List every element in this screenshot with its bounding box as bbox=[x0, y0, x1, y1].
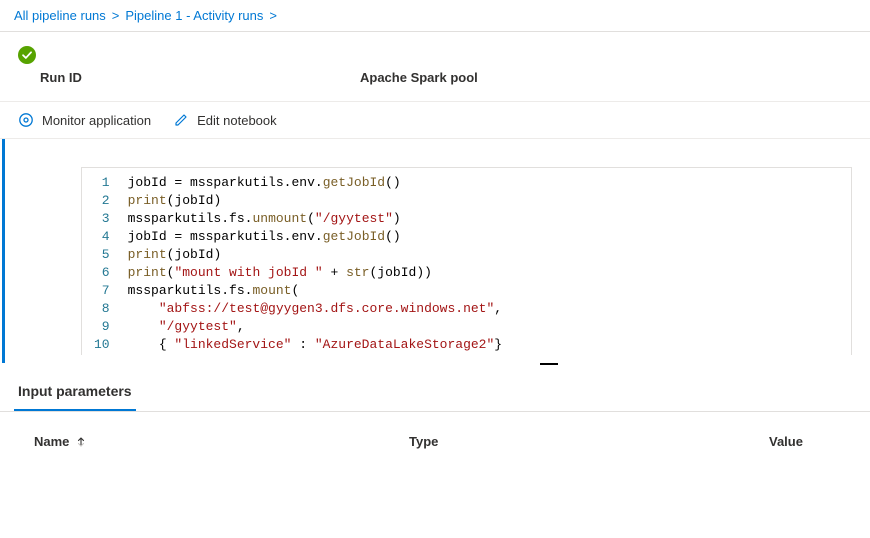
monitor-application-label: Monitor application bbox=[42, 113, 151, 128]
chevron-right-icon: > bbox=[269, 8, 277, 23]
params-table-header: Name Type Value bbox=[0, 412, 870, 459]
column-header-name[interactable]: Name bbox=[14, 434, 409, 449]
code-editor[interactable]: 12345678910 jobId = mssparkutils.env.get… bbox=[81, 167, 852, 355]
spark-pool-label: Apache Spark pool bbox=[360, 70, 478, 85]
edit-icon bbox=[173, 112, 189, 128]
chevron-right-icon: > bbox=[112, 8, 120, 23]
code-content[interactable]: jobId = mssparkutils.env.getJobId()print… bbox=[120, 168, 511, 355]
line-gutter: 12345678910 bbox=[82, 168, 120, 355]
resize-handle-icon[interactable] bbox=[540, 363, 558, 365]
edit-notebook-button[interactable]: Edit notebook bbox=[173, 112, 277, 128]
column-header-value[interactable]: Value bbox=[769, 434, 856, 449]
run-labels: Run ID Apache Spark pool bbox=[0, 70, 870, 101]
run-id-label: Run ID bbox=[40, 70, 360, 85]
run-header bbox=[0, 32, 870, 70]
success-status-icon bbox=[18, 46, 36, 64]
tab-input-parameters[interactable]: Input parameters bbox=[14, 373, 136, 411]
column-header-type[interactable]: Type bbox=[409, 434, 769, 449]
monitor-application-button[interactable]: Monitor application bbox=[18, 112, 151, 128]
sort-asc-icon bbox=[75, 436, 87, 448]
breadcrumb: All pipeline runs > Pipeline 1 - Activit… bbox=[0, 0, 870, 32]
breadcrumb-root-link[interactable]: All pipeline runs bbox=[14, 8, 106, 23]
detail-tabs: Input parameters bbox=[0, 373, 870, 412]
column-header-name-label: Name bbox=[34, 434, 69, 449]
edit-notebook-label: Edit notebook bbox=[197, 113, 277, 128]
notebook-cell: 12345678910 jobId = mssparkutils.env.get… bbox=[2, 139, 870, 363]
breadcrumb-mid-link[interactable]: Pipeline 1 - Activity runs bbox=[125, 8, 263, 23]
actions-toolbar: Monitor application Edit notebook bbox=[0, 101, 870, 139]
monitor-icon bbox=[18, 112, 34, 128]
